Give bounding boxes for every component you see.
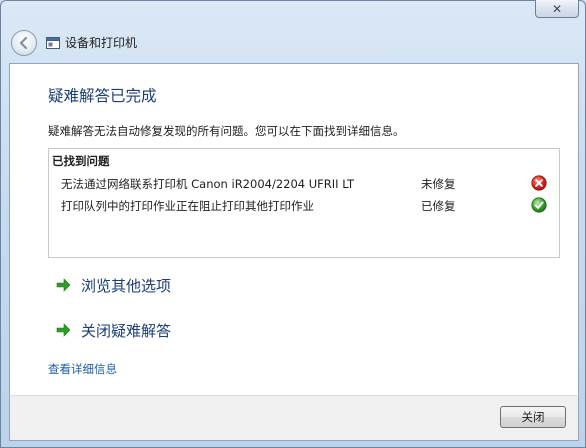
page-subtitle: 疑难解答无法自动修复发现的所有问题。您可以在下面找到详细信息。 bbox=[48, 124, 405, 138]
troubleshooter-icon bbox=[46, 37, 60, 49]
error-icon bbox=[531, 175, 547, 191]
content-panel: 疑难解答已完成 疑难解答无法自动修复发现的所有问题。您可以在下面找到详细信息。 … bbox=[9, 63, 579, 395]
issue-status: 已修复 bbox=[421, 199, 456, 213]
issue-status: 未修复 bbox=[421, 177, 456, 191]
success-icon bbox=[531, 197, 547, 213]
issue-text: 无法通过网络联系打印机 Canon iR2004/2204 UFRII LT bbox=[61, 177, 355, 191]
browse-other-options-label: 浏览其他选项 bbox=[81, 276, 172, 295]
browse-other-options-link[interactable]: 浏览其他选项 bbox=[56, 273, 171, 297]
footer-bar: 关闭 bbox=[9, 395, 579, 441]
issues-box: 已找到问题 无法通过网络联系打印机 Canon iR2004/2204 UFRI… bbox=[48, 148, 560, 258]
issue-text: 打印队列中的打印作业正在阻止打印其他打印作业 bbox=[61, 199, 314, 213]
issues-box-title: 已找到问题 bbox=[52, 154, 110, 168]
navigation-bar: 设备和打印机 bbox=[1, 27, 586, 59]
back-button[interactable] bbox=[11, 30, 37, 56]
view-details-link[interactable]: 查看详细信息 bbox=[48, 361, 117, 377]
issue-row: 打印队列中的打印作业正在阻止打印其他打印作业 已修复 bbox=[61, 196, 557, 214]
nav-title: 设备和打印机 bbox=[65, 36, 138, 50]
close-button[interactable]: 关闭 bbox=[500, 406, 566, 428]
close-icon: ✕ bbox=[551, 1, 563, 16]
issue-row: 无法通过网络联系打印机 Canon iR2004/2204 UFRII LT 未… bbox=[61, 174, 557, 192]
green-arrow-icon bbox=[56, 323, 71, 337]
close-troubleshooter-link[interactable]: 关闭疑难解答 bbox=[56, 318, 171, 342]
window-frame: ✕ 设备和打印机 疑难解答已完成 疑难解答无法自动修复发现的所有问题。您可以在下… bbox=[0, 0, 586, 448]
green-arrow-icon bbox=[56, 278, 71, 292]
back-arrow-icon bbox=[19, 36, 28, 50]
close-troubleshooter-label: 关闭疑难解答 bbox=[81, 321, 172, 340]
window-close-button[interactable]: ✕ bbox=[535, 0, 579, 18]
page-title: 疑难解答已完成 bbox=[48, 87, 157, 105]
